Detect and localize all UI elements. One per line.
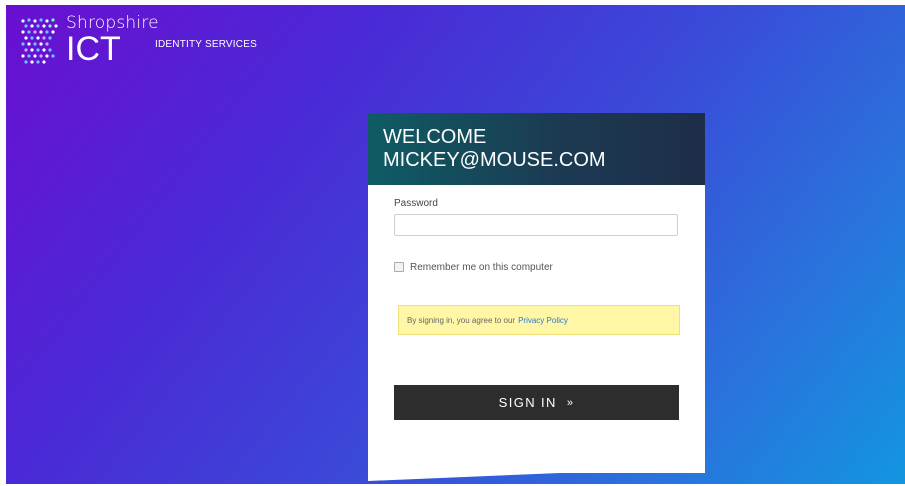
password-input[interactable] <box>394 214 678 236</box>
welcome-heading: WELCOME <box>383 126 487 148</box>
login-card-header: WELCOME MICKEY@MOUSE.COM <box>368 113 705 185</box>
login-card: WELCOME MICKEY@MOUSE.COM Password Rememb… <box>368 113 705 473</box>
privacy-notice-text: By signing in, you agree to our <box>407 315 516 325</box>
remember-me-row[interactable]: Remember me on this computer <box>394 260 553 274</box>
password-label: Password <box>394 198 438 209</box>
remember-me-label[interactable]: Remember me on this computer <box>410 262 553 273</box>
remember-me-checkbox[interactable] <box>394 262 404 272</box>
identity-services-title: IDENTITY SERVICES <box>155 39 257 50</box>
double-chevron-right-icon: » <box>566 396 575 409</box>
brand-name-ict: ICT <box>66 30 121 68</box>
page-background: Shropshire ICT IDENTITY SERVICES WELCOME… <box>6 5 905 484</box>
sign-in-button[interactable]: SIGN IN » <box>394 385 679 420</box>
privacy-notice: By signing in, you agree to our Privacy … <box>398 305 680 335</box>
privacy-policy-link[interactable]: Privacy Policy <box>518 316 568 325</box>
sign-in-label: SIGN IN <box>498 395 557 410</box>
user-email: MICKEY@MOUSE.COM <box>383 149 606 171</box>
shropshire-ict-logo: Shropshire ICT <box>20 13 170 77</box>
dot-grid-logo-icon <box>21 18 58 64</box>
